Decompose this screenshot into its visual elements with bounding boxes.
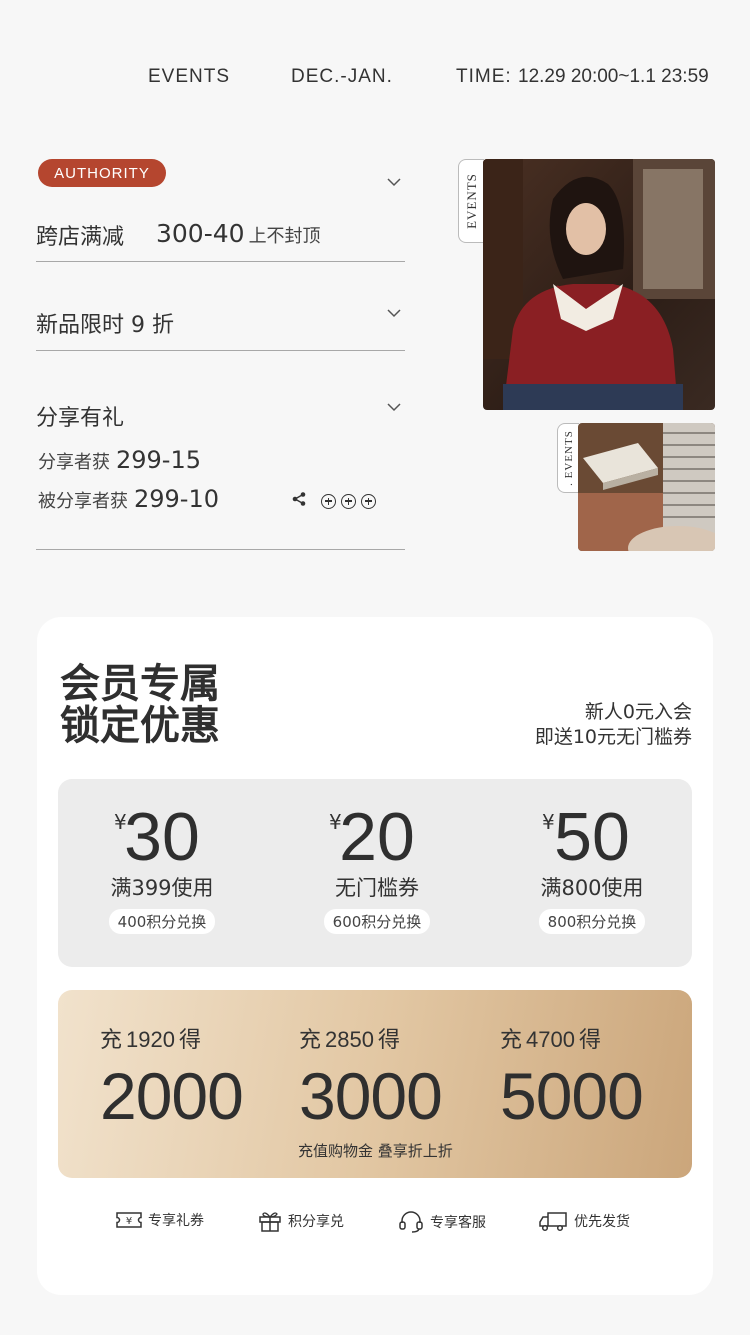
currency-symbol: ¥	[329, 810, 342, 834]
recharge-get: 3000	[299, 1059, 443, 1133]
coupon-amount: 30	[124, 799, 200, 875]
truck-icon	[538, 1210, 568, 1232]
sharer-label: 分享者获	[38, 452, 110, 473]
perk-label: 专享客服	[430, 1215, 486, 1231]
gift-icon	[258, 1210, 282, 1232]
recharge-get: 5000	[500, 1059, 644, 1133]
share-icon[interactable]	[291, 491, 307, 511]
currency-symbol: ¥	[542, 810, 555, 834]
event-header: EVENTS DEC.-JAN. TIME: 12.29 20:00~1.1 2…	[0, 66, 750, 96]
new-arrival-discount-title[interactable]: 新品限时 9 折	[36, 307, 174, 339]
coupon-card[interactable]: ¥ 30 满399使用 400积分兑换	[62, 800, 262, 934]
recharge-get: 2000	[100, 1059, 244, 1133]
time-value: 12.29 20:00~1.1 23:59	[518, 66, 709, 87]
coupon-points[interactable]: 400积分兑换	[108, 909, 216, 934]
add-circle-icon	[321, 493, 336, 509]
currency-symbol: ¥	[114, 810, 127, 834]
cross-store-discount-title[interactable]: 跨店满减	[36, 219, 124, 251]
perk-service[interactable]: 专享客服	[398, 1210, 486, 1234]
coupon-amount: 20	[339, 799, 415, 875]
recharge-pay: 4700	[526, 1027, 575, 1052]
headset-icon	[398, 1210, 424, 1234]
perk-label: 优先发货	[574, 1214, 630, 1230]
add-circle-icon	[361, 493, 376, 509]
member-title: 会员专属 锁定优惠	[60, 661, 220, 749]
svg-text:¥: ¥	[126, 1216, 132, 1227]
coupon-amount: 50	[554, 799, 630, 875]
shared-reward: 被分享者获 299-10	[38, 485, 219, 513]
shared-value: 299-10	[134, 485, 220, 513]
recharge-pay: 1920	[126, 1027, 175, 1052]
perk-points[interactable]: 积分享兑	[258, 1210, 344, 1232]
event-period: DEC.-JAN.	[291, 66, 393, 87]
perk-label: 专享礼券	[148, 1213, 204, 1229]
share-actions	[291, 491, 376, 511]
coupon-condition: 满800使用	[540, 876, 644, 900]
time-label: TIME:	[456, 66, 512, 87]
sharer-reward: 分享者获 299-15	[38, 446, 201, 474]
discount-note: 上不封顶	[248, 226, 321, 247]
chevron-down-icon[interactable]	[387, 402, 401, 414]
share-gift-title[interactable]: 分享有礼	[36, 400, 124, 432]
chevron-down-icon[interactable]	[387, 308, 401, 320]
coupon-card[interactable]: ¥ 50 满800使用 800积分兑换	[492, 800, 692, 934]
recharge-offer[interactable]: 充 4700 得 5000	[500, 1022, 644, 1136]
model-photo[interactable]	[483, 159, 715, 410]
divider	[36, 261, 405, 262]
discount-amount: 300-40	[156, 219, 245, 248]
coupon-points[interactable]: 800积分兑换	[538, 909, 646, 934]
ticket-icon: ¥	[116, 1211, 142, 1229]
sharer-value: 299-15	[116, 446, 202, 474]
coupon-condition: 满399使用	[110, 876, 214, 900]
coupon-points[interactable]: 600积分兑换	[323, 909, 431, 934]
chevron-down-icon[interactable]	[387, 177, 401, 189]
member-subtitle: 新人0元入会 即送10元无门槛券	[534, 701, 692, 748]
events-label: EVENTS	[148, 66, 231, 87]
divider	[36, 549, 405, 550]
add-circle-icon	[341, 493, 356, 509]
recharge-offer[interactable]: 充 2850 得 3000	[299, 1022, 443, 1136]
interior-photo[interactable]	[578, 423, 715, 551]
perk-shipping[interactable]: 优先发货	[538, 1210, 630, 1232]
perks-bar: ¥ 专享礼券 积分享兑 专享客服 优先发货	[0, 1210, 750, 1240]
events-side-tab: . EVENTS	[557, 423, 579, 493]
divider	[36, 350, 405, 351]
authority-badge: AUTHORITY	[38, 159, 166, 187]
events-side-tab: EVENTS	[458, 159, 484, 243]
coupon-card[interactable]: ¥ 20 无门槛券 600积分兑换	[277, 800, 477, 934]
cross-store-discount-value: 300-40 上不封顶	[156, 219, 321, 248]
shared-label: 被分享者获	[38, 491, 128, 512]
perk-label: 积分享兑	[288, 1214, 344, 1230]
coupon-condition: 无门槛券	[335, 876, 419, 900]
recharge-note: 充值购物金 叠享折上折	[298, 1142, 453, 1160]
recharge-pay: 2850	[325, 1027, 374, 1052]
recharge-offer[interactable]: 充 1920 得 2000	[100, 1022, 244, 1136]
perk-coupon[interactable]: ¥ 专享礼券	[116, 1210, 204, 1230]
